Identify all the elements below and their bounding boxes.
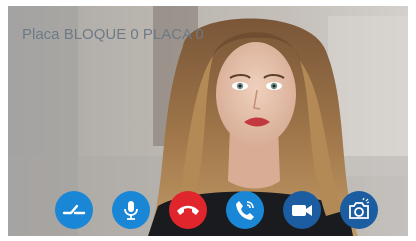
call-controls-bar	[8, 191, 408, 229]
video-camera-icon	[289, 197, 315, 223]
microphone-icon	[118, 197, 144, 223]
open-door-button[interactable]	[55, 191, 93, 229]
panel-title: Placa BLOQUE 0 PLACA 0	[22, 26, 204, 43]
microphone-button[interactable]	[112, 191, 150, 229]
photo-camera-icon	[346, 197, 372, 223]
answer-call-button[interactable]	[226, 191, 264, 229]
phone-call-icon	[232, 197, 258, 223]
snapshot-button[interactable]	[340, 191, 378, 229]
hang-up-button[interactable]	[169, 191, 207, 229]
hang-up-phone-icon	[174, 196, 202, 224]
intercom-screen: Placa BLOQUE 0 PLACA 0	[8, 6, 408, 236]
video-button[interactable]	[283, 191, 321, 229]
door-unlock-icon	[61, 197, 87, 223]
